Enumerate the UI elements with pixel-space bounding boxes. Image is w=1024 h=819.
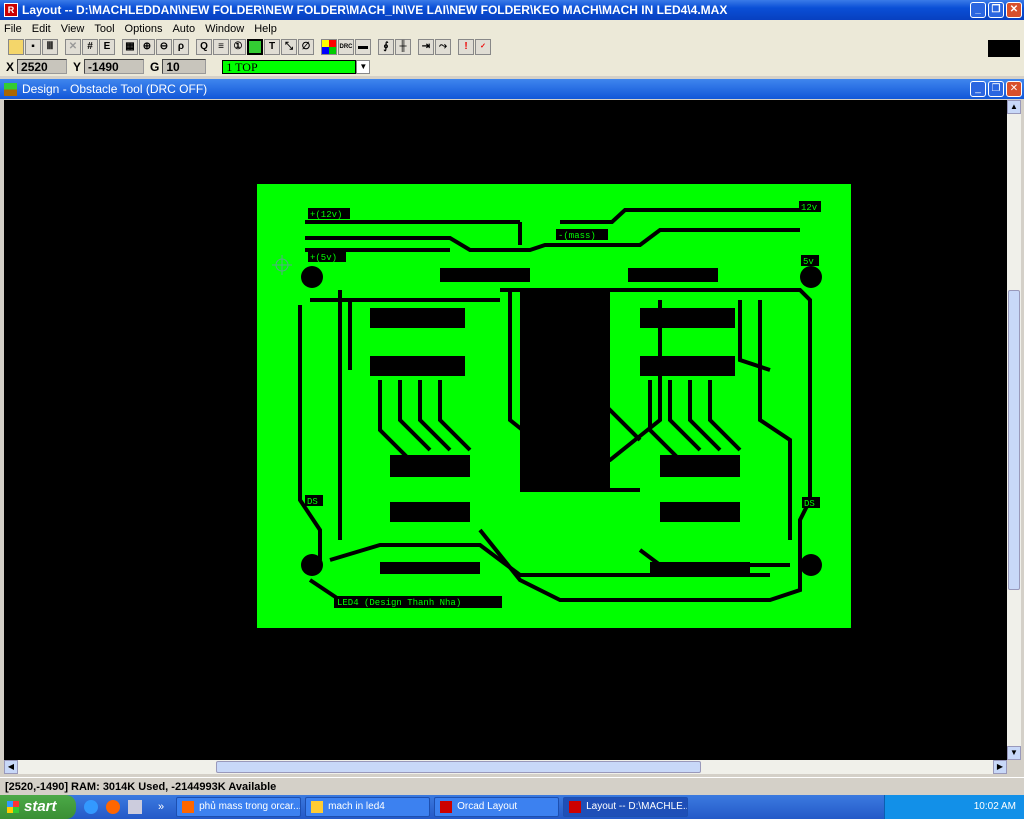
layer-select[interactable]: 1 TOP	[222, 59, 357, 74]
route-icon[interactable]: ⤳	[435, 39, 451, 55]
auto-path-icon[interactable]: ⇥	[418, 39, 434, 55]
drc-icon[interactable]: DRC	[338, 39, 354, 55]
y-label: Y	[73, 59, 82, 74]
zoom-all-icon[interactable]: ρ	[173, 39, 189, 55]
grid-icon[interactable]: ≡	[213, 39, 229, 55]
menu-options[interactable]: Options	[125, 23, 163, 35]
grid-value: 10	[162, 59, 207, 74]
error-check-icon[interactable]: !	[458, 39, 474, 55]
design-icon	[4, 82, 17, 96]
label-12v: 12v	[801, 203, 818, 213]
child-restore-button[interactable]: ❐	[988, 81, 1004, 97]
close-button[interactable]: ✕	[1006, 2, 1022, 18]
edit-e-icon[interactable]: E	[99, 39, 115, 55]
grid-label: G	[150, 59, 160, 74]
menu-auto[interactable]: Auto	[172, 23, 195, 35]
label-5v: 5v	[803, 257, 814, 267]
color-icon[interactable]	[321, 39, 337, 55]
menu-view[interactable]: View	[61, 23, 85, 35]
taskbar: start » phủ mass trong orcar... mach in …	[0, 795, 1024, 819]
open-icon[interactable]	[8, 39, 24, 55]
menu-file[interactable]: File	[4, 23, 22, 35]
obstacle-tool-icon[interactable]	[247, 39, 263, 55]
scroll-left-button[interactable]: ◀	[4, 760, 18, 774]
label-5v-plus: +(5v)	[310, 253, 337, 263]
drc-check-icon[interactable]: ✓	[475, 39, 491, 55]
find-icon[interactable]: #	[82, 39, 98, 55]
vertical-scroll-thumb[interactable]	[1008, 290, 1020, 590]
x-coordinate: 2520	[17, 59, 68, 74]
label-design-credit: LED4 (Design Thanh Nha)	[337, 598, 461, 608]
clock: 10:02 AM	[973, 801, 1016, 812]
chevron-down-icon[interactable]: ▼	[356, 59, 371, 74]
chevron-right-icon[interactable]: »	[158, 801, 164, 813]
zoom-in-icon[interactable]: ⊕	[139, 39, 155, 55]
child-minimize-button[interactable]: _	[970, 81, 986, 97]
orcad-app-icon: R	[4, 3, 18, 17]
component-icon[interactable]: ▬	[355, 39, 371, 55]
label-ds-right: DS	[804, 499, 815, 509]
query-icon[interactable]: Q	[196, 39, 212, 55]
horizontal-scroll-thumb[interactable]	[216, 761, 701, 773]
firefox-icon[interactable]	[106, 800, 120, 814]
menu-edit[interactable]: Edit	[32, 23, 51, 35]
task-folder[interactable]: mach in led4	[305, 797, 431, 817]
pin-swap-icon[interactable]: ╫	[395, 39, 411, 55]
child-close-button[interactable]: ✕	[1006, 81, 1022, 97]
save-icon[interactable]: ▪	[25, 39, 41, 55]
menu-window[interactable]: Window	[205, 23, 244, 35]
system-tray: 10:02 AM	[884, 795, 1024, 819]
y-coordinate: -1490	[84, 59, 145, 74]
start-button[interactable]: start	[0, 795, 76, 819]
scroll-right-button[interactable]: ▶	[993, 760, 1007, 774]
status-bar: [2520,-1490] RAM: 3014K Used, -2144993K …	[0, 777, 1024, 795]
vertical-scrollbar[interactable]: ▲ ▼	[1007, 100, 1021, 760]
task-orcad-layout[interactable]: Orcad Layout	[434, 797, 560, 817]
label-12v-plus: +(12v)	[310, 210, 342, 220]
zoom-out-icon[interactable]: ⊖	[156, 39, 172, 55]
window-title: Layout -- D:\MACHLEDDAN\NEW FOLDER\NEW F…	[22, 3, 728, 17]
connection-icon[interactable]: ⤡	[281, 39, 297, 55]
app-title-bar: R Layout -- D:\MACHLEDDAN\NEW FOLDER\NEW…	[0, 0, 1024, 20]
reconnect-icon[interactable]: ∮	[378, 39, 394, 55]
task-layout-active[interactable]: Layout -- D:\MACHLE...	[563, 797, 689, 817]
horizontal-scrollbar[interactable]: ◀ ▶	[4, 760, 1007, 774]
design-canvas[interactable]: +(12v) +(5v) -(mass) 12v 5v DS DS LED4 (…	[4, 100, 1007, 760]
menu-tool[interactable]: Tool	[94, 23, 114, 35]
library-icon[interactable]: Ⅲ	[42, 39, 58, 55]
scroll-up-button[interactable]: ▲	[1007, 100, 1021, 114]
scroll-down-button[interactable]: ▼	[1007, 746, 1021, 760]
coordinate-bar: X 2520 Y -1490 G 10 1 TOP ▼	[0, 57, 1024, 76]
x-label: X	[6, 59, 15, 74]
design-window-title: Design - Obstacle Tool (DRC OFF) _ ❐ ✕	[0, 79, 1024, 99]
pin-icon[interactable]: ①	[230, 39, 246, 55]
restore-button[interactable]: ❐	[988, 2, 1004, 18]
task-firefox[interactable]: phủ mass trong orcar...	[176, 797, 302, 817]
ie-icon[interactable]	[84, 800, 98, 814]
delete-icon[interactable]: ✕	[65, 39, 81, 55]
desktop-icon[interactable]	[128, 800, 142, 814]
design-title: Design - Obstacle Tool (DRC OFF)	[22, 82, 208, 96]
toolbar: ▪ Ⅲ ✕ # E ▦ ⊕ ⊖ ρ Q ≡ ① T ⤡ ∅ DRC ▬ ∮ ╫ …	[0, 37, 1024, 57]
label-ds-left: DS	[307, 497, 318, 507]
error-icon[interactable]: ∅	[298, 39, 314, 55]
minimize-button[interactable]: _	[970, 2, 986, 18]
label-mass: -(mass)	[558, 231, 596, 241]
menu-bar: File Edit View Tool Options Auto Window …	[0, 20, 1024, 37]
menu-help[interactable]: Help	[254, 23, 277, 35]
text-icon[interactable]: T	[264, 39, 280, 55]
pcb-board: +(12v) +(5v) -(mass) 12v 5v DS DS LED4 (…	[257, 184, 851, 628]
spreadsheet-icon[interactable]: ▦	[122, 39, 138, 55]
